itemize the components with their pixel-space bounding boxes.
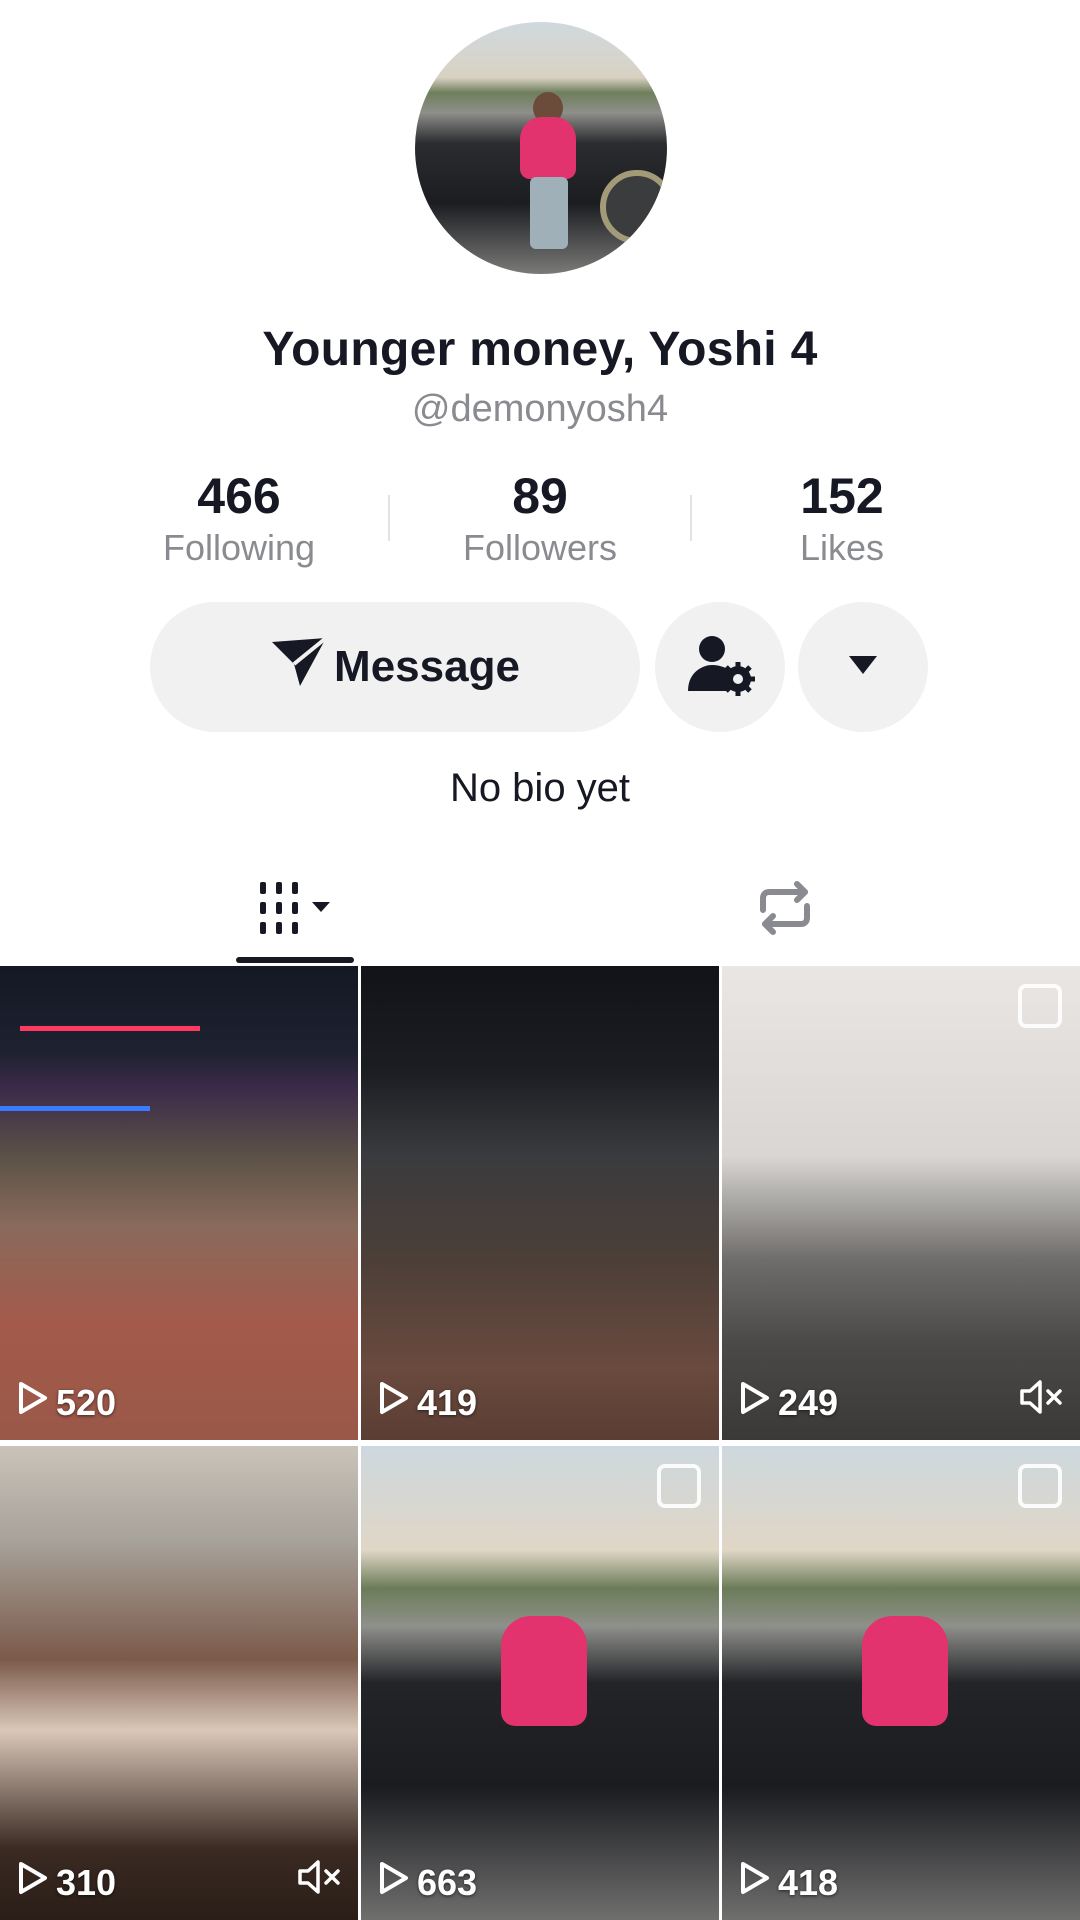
message-button-label: Message bbox=[334, 642, 520, 691]
bio-text: No bio yet bbox=[449, 766, 631, 810]
multi-photo-icon bbox=[657, 1464, 701, 1508]
play-icon bbox=[379, 1381, 409, 1424]
multi-photo-icon bbox=[1018, 984, 1062, 1028]
play-icon bbox=[740, 1861, 770, 1904]
video-thumbnail[interactable]: 419 bbox=[361, 966, 719, 1440]
play-icon bbox=[18, 1381, 48, 1424]
username: @demonyosh4 bbox=[411, 388, 669, 430]
multi-photo-icon bbox=[1018, 1464, 1062, 1508]
stat-following-label: Following bbox=[162, 527, 316, 568]
view-count-value: 310 bbox=[56, 1861, 117, 1903]
view-count-value: 418 bbox=[778, 1861, 839, 1903]
view-count: 419 bbox=[379, 1381, 477, 1424]
avatar-person-hoodie bbox=[520, 117, 576, 179]
muted-icon bbox=[298, 1859, 342, 1900]
profile-avatar[interactable] bbox=[415, 22, 667, 274]
play-icon bbox=[740, 1381, 770, 1424]
video-thumbnail[interactable]: 249 bbox=[722, 966, 1080, 1440]
stat-likes-value: 152 bbox=[800, 468, 884, 524]
neon-sign-decoration bbox=[0, 1106, 150, 1111]
view-count-value: 419 bbox=[417, 1381, 478, 1423]
video-thumbnail[interactable]: 418 bbox=[722, 1446, 1080, 1920]
send-icon bbox=[270, 635, 328, 699]
play-icon bbox=[18, 1861, 48, 1904]
stat-followers-label: Followers bbox=[462, 527, 618, 568]
stat-divider bbox=[690, 495, 692, 541]
tab-active-indicator bbox=[236, 957, 354, 963]
view-count: 249 bbox=[740, 1381, 838, 1424]
avatar-person-legs bbox=[530, 177, 568, 249]
view-count: 418 bbox=[740, 1861, 838, 1904]
more-options-button[interactable] bbox=[798, 602, 928, 732]
view-count: 520 bbox=[18, 1381, 116, 1424]
neon-sign-decoration bbox=[20, 1026, 200, 1031]
view-count: 310 bbox=[18, 1861, 116, 1904]
view-count-value: 663 bbox=[417, 1861, 478, 1903]
stat-divider bbox=[388, 495, 390, 541]
video-thumbnail[interactable]: 663 bbox=[361, 1446, 719, 1920]
user-settings-icon bbox=[684, 633, 756, 702]
avatar-car-wheel bbox=[600, 170, 667, 244]
dropdown-caret-icon bbox=[848, 655, 878, 680]
muted-icon bbox=[1020, 1379, 1064, 1420]
stat-following[interactable]: 466 Following bbox=[119, 466, 359, 570]
stat-followers-value: 89 bbox=[512, 468, 568, 524]
play-icon bbox=[379, 1861, 409, 1904]
stat-following-value: 466 bbox=[197, 468, 281, 524]
repost-icon bbox=[753, 880, 817, 941]
view-count: 663 bbox=[379, 1861, 477, 1904]
stat-likes-label: Likes bbox=[799, 527, 885, 568]
person-hoodie-decoration bbox=[501, 1616, 587, 1726]
tab-reposts[interactable] bbox=[726, 860, 844, 960]
tab-videos[interactable] bbox=[236, 860, 354, 960]
display-name: Younger money, Yoshi 4 bbox=[262, 323, 818, 376]
person-hoodie-decoration bbox=[862, 1616, 948, 1726]
view-count-value: 520 bbox=[56, 1381, 117, 1423]
stat-likes[interactable]: 152 Likes bbox=[722, 466, 962, 570]
stat-followers[interactable]: 89 Followers bbox=[420, 466, 660, 570]
user-settings-button[interactable] bbox=[655, 602, 785, 732]
video-thumbnail[interactable]: 310 bbox=[0, 1446, 358, 1920]
videos-grid-icon bbox=[252, 880, 338, 941]
view-count-value: 249 bbox=[778, 1381, 839, 1423]
video-thumbnail[interactable]: 520 bbox=[0, 966, 358, 1440]
message-button[interactable]: Message bbox=[150, 602, 640, 732]
